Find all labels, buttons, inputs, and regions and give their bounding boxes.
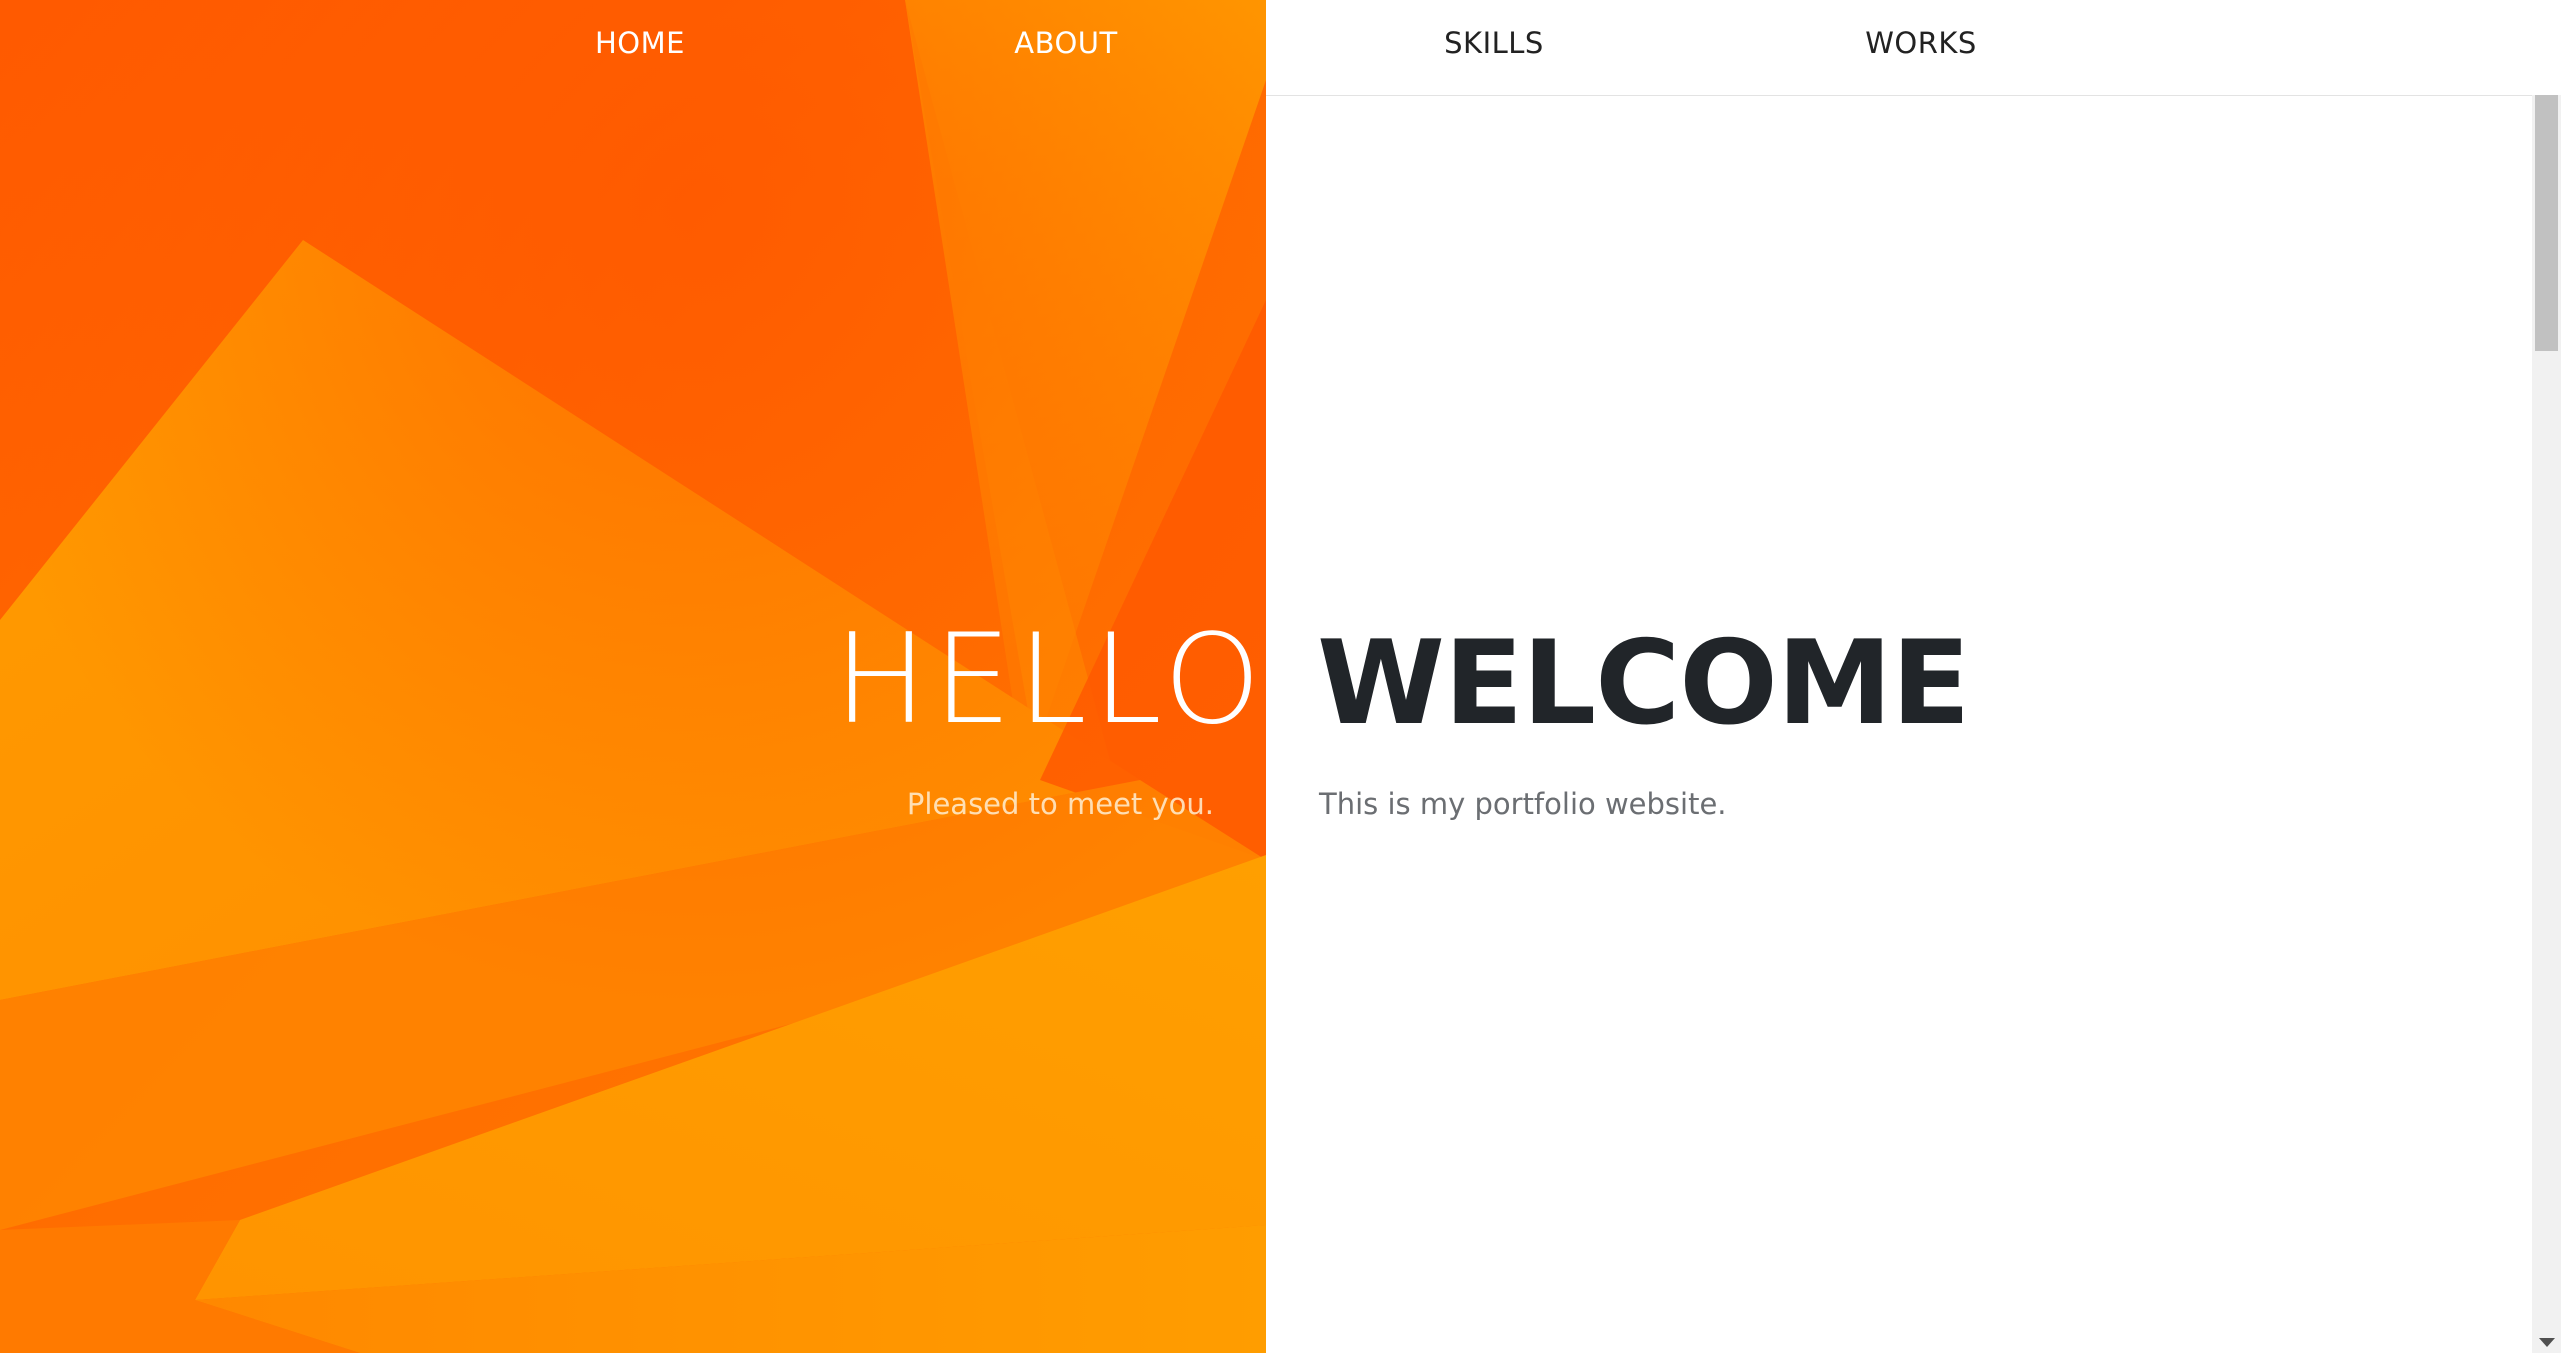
welcome-subtitle: This is my portfolio website. <box>1319 787 1727 821</box>
nav-link-about[interactable]: ABOUT <box>936 26 1196 60</box>
vertical-scrollbar[interactable] <box>2532 95 2561 1353</box>
nav-link-skills[interactable]: SKILLS <box>1364 26 1624 60</box>
top-navbar: HOME ABOUT SKILLS WORKS <box>0 0 2532 95</box>
scrollbar-thumb[interactable] <box>2535 95 2558 351</box>
welcome-heading: WELCOME <box>1317 616 1971 751</box>
scroll-down-arrow-icon[interactable] <box>2539 1338 2555 1347</box>
hello-subtitle: Pleased to meet you. <box>906 787 1214 821</box>
hello-heading: HELLO <box>834 608 1267 752</box>
nav-link-home[interactable]: HOME <box>510 26 770 60</box>
navbar-divider <box>1266 95 2532 96</box>
nav-link-works[interactable]: WORKS <box>1791 26 2051 60</box>
portfolio-page: HOME ABOUT SKILLS WORKS HELLO Pleased to… <box>0 0 2561 1353</box>
